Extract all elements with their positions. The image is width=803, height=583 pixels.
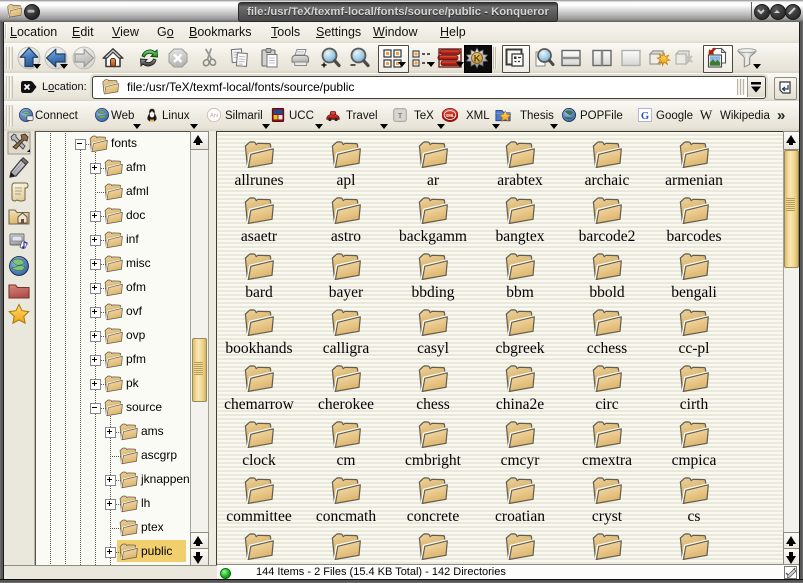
svg-text:G: G <box>641 111 649 122</box>
svg-text:Ani: Ani <box>210 113 218 119</box>
svg-text:W: W <box>700 107 713 122</box>
svg-text:XML: XML <box>445 113 455 118</box>
svg-text:K: K <box>474 54 481 64</box>
svg-text:T: T <box>398 112 403 120</box>
